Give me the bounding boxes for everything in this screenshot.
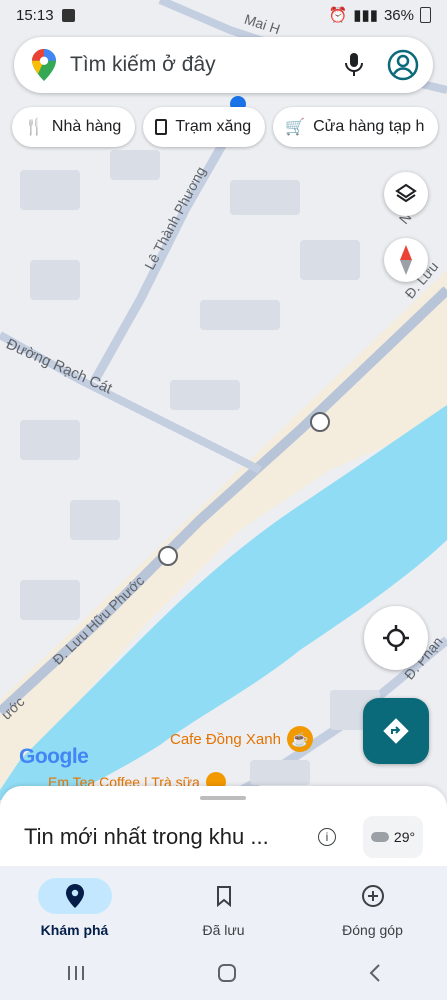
coffee-cup-icon: ☕ xyxy=(286,726,313,752)
my-location-icon xyxy=(383,625,409,651)
chip-restaurant[interactable]: 🍴 Nhà hàng xyxy=(12,107,136,147)
back-icon[interactable] xyxy=(367,963,383,983)
bus-stop-icon[interactable] xyxy=(310,412,330,432)
system-navigation xyxy=(0,946,447,1000)
nav-contribute-pill xyxy=(336,878,410,914)
nav-explore[interactable]: Khám phá xyxy=(0,866,149,946)
chip-grocery[interactable]: 🛒 Cửa hàng tạp h xyxy=(273,107,439,147)
info-icon[interactable]: i xyxy=(318,828,336,846)
chip-label: Trạm xăng xyxy=(175,118,252,135)
battery-icon xyxy=(420,7,431,23)
nav-label: Đóng góp xyxy=(342,922,403,938)
compass-icon xyxy=(400,245,412,275)
cloud-icon xyxy=(370,832,389,842)
layers-button[interactable] xyxy=(384,172,428,216)
status-bar: 15:13 ⏰ ▮▮▮ 36% xyxy=(0,0,447,30)
nav-saved-pill xyxy=(187,878,261,914)
weather-chip[interactable]: 29° xyxy=(363,816,423,858)
search-bar[interactable]: Tìm kiếm ở đây xyxy=(14,37,433,93)
nav-explore-pill xyxy=(37,878,112,914)
chip-gas-station[interactable]: Trạm xăng xyxy=(143,107,266,147)
google-logo-text: Google xyxy=(19,745,89,768)
recent-apps-icon[interactable] xyxy=(65,964,87,982)
bottom-navigation: Khám phá Đã lưu Đóng góp xyxy=(0,866,447,946)
directions-button[interactable] xyxy=(363,698,429,764)
category-chips: 🍴 Nhà hàng Trạm xăng 🛒 Cửa hàng tạp h xyxy=(12,107,439,147)
add-circle-icon xyxy=(361,885,384,907)
layers-icon xyxy=(395,183,417,203)
microphone-icon[interactable] xyxy=(343,52,365,78)
nav-contribute[interactable]: Đóng góp xyxy=(298,866,447,946)
nav-label: Khám phá xyxy=(40,922,109,938)
sheet-drag-handle[interactable] xyxy=(200,796,246,800)
home-icon[interactable] xyxy=(216,962,238,984)
weather-temperature: 29° xyxy=(393,829,416,845)
bookmark-icon xyxy=(216,886,231,907)
alarm-icon: ⏰ xyxy=(328,7,348,24)
explore-pin-icon xyxy=(65,884,84,908)
notification-check-icon xyxy=(61,8,75,22)
chip-label: Cửa hàng tạp h xyxy=(313,118,425,135)
sheet-title: Tin mới nhất trong khu ... xyxy=(24,824,269,849)
bus-stop-icon[interactable] xyxy=(158,546,178,566)
maps-pin-logo-icon xyxy=(32,49,56,81)
restaurant-icon: 🍴 xyxy=(24,119,44,136)
google-logo: Google xyxy=(19,745,89,769)
place-cafe-dong-xanh[interactable]: Cafe Đồng Xanh ☕ xyxy=(170,726,313,752)
nav-label: Đã lưu xyxy=(202,922,245,938)
nav-saved[interactable]: Đã lưu xyxy=(149,866,298,946)
grocery-cart-icon: 🛒 xyxy=(285,119,306,136)
account-avatar-icon[interactable] xyxy=(387,49,419,81)
signal-icon: ▮▮▮ xyxy=(353,7,378,24)
battery-text: 36% xyxy=(383,6,414,24)
my-location-button[interactable] xyxy=(364,606,428,670)
cafe-label: Cafe Đồng Xanh xyxy=(170,730,281,748)
search-input[interactable]: Tìm kiếm ở đây xyxy=(70,53,343,77)
directions-icon xyxy=(383,718,409,744)
status-time: 15:13 xyxy=(16,6,54,24)
chip-label: Nhà hàng xyxy=(51,118,122,135)
compass-button[interactable] xyxy=(384,238,428,282)
gas-station-icon xyxy=(155,119,168,135)
